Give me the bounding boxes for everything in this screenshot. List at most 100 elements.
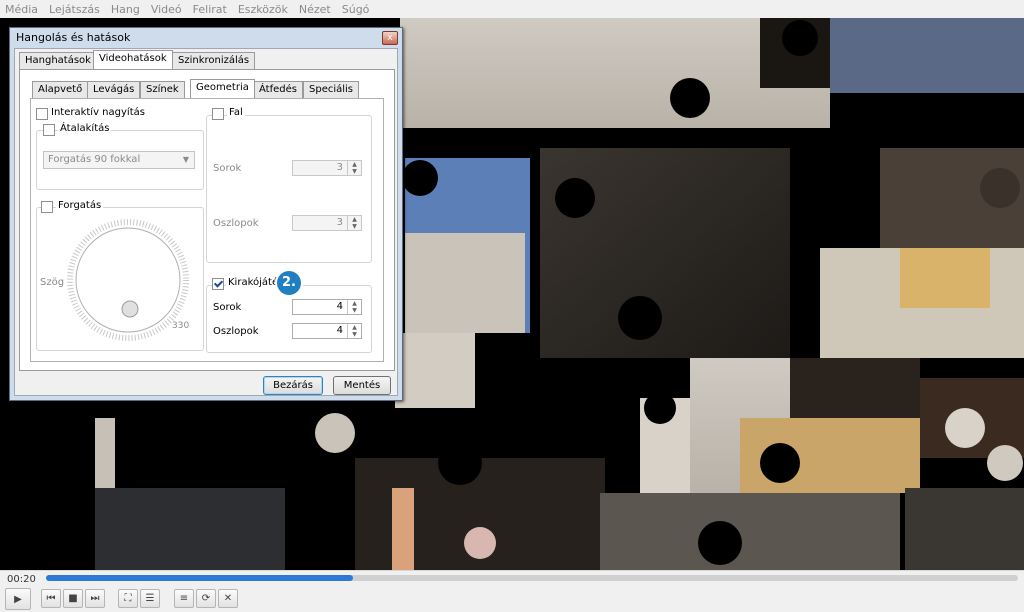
close-icon: x bbox=[387, 33, 393, 43]
elapsed-time: 00:20 bbox=[7, 574, 36, 585]
puzzle-cols-label: Oszlopok bbox=[213, 326, 259, 337]
rotate-checkbox[interactable] bbox=[41, 201, 53, 213]
dialog-body: Hanghatások Videohatások Szinkronizálás … bbox=[14, 48, 398, 396]
play-button[interactable]: ▶ bbox=[5, 588, 31, 610]
puzzle-piece bbox=[438, 441, 482, 485]
wall-rows-spinbox[interactable]: 3 ▲ ▼ bbox=[292, 160, 362, 176]
puzzle-piece bbox=[315, 413, 355, 453]
tab-crop[interactable]: Levágás bbox=[87, 81, 141, 98]
previous-button[interactable]: ⏮ bbox=[41, 589, 61, 608]
menu-playback[interactable]: Lejátszás bbox=[44, 3, 106, 16]
seek-bar[interactable] bbox=[46, 575, 1018, 581]
stop-button[interactable]: ■ bbox=[63, 589, 83, 608]
next-button[interactable]: ⏭ bbox=[85, 589, 105, 608]
loop-icon: ⟳ bbox=[201, 593, 211, 604]
dialog-title: Hangolás és hatások bbox=[16, 31, 131, 44]
puzzle-rows-label: Sorok bbox=[213, 302, 242, 313]
tab-geometry[interactable]: Geometria bbox=[190, 79, 255, 98]
puzzle-piece bbox=[95, 418, 115, 488]
puzzle-piece bbox=[900, 248, 990, 308]
puzzle-piece bbox=[95, 488, 285, 570]
wall-cols-value: 3 bbox=[336, 217, 343, 228]
transform-select[interactable]: Forgatás 90 fokkal ▼ bbox=[43, 151, 195, 169]
menu-audio[interactable]: Hang bbox=[106, 3, 146, 16]
dial-knob bbox=[121, 300, 139, 318]
puzzle-rows-spinbox[interactable]: 4 ▲ ▼ bbox=[292, 299, 362, 315]
puzzle-piece bbox=[644, 392, 676, 424]
tab-colors[interactable]: Színek bbox=[140, 81, 185, 98]
puzzle-piece bbox=[392, 488, 414, 570]
transform-checkbox[interactable] bbox=[43, 124, 55, 136]
shuffle-button[interactable]: ✕ bbox=[218, 589, 238, 608]
puzzle-piece bbox=[980, 168, 1020, 208]
playlist-button[interactable]: ≡ bbox=[174, 589, 194, 608]
wall-rows-label: Sorok bbox=[213, 163, 242, 174]
skip-back-icon: ⏮ bbox=[46, 593, 56, 604]
puzzle-piece bbox=[830, 18, 1024, 93]
puzzle-piece bbox=[878, 96, 922, 140]
puzzle-piece bbox=[760, 443, 800, 483]
spin-arrows-icon[interactable]: ▲ ▼ bbox=[347, 324, 361, 338]
wall-group bbox=[206, 115, 372, 263]
dial-value: 330 bbox=[172, 321, 190, 331]
playlist-icon: ≡ bbox=[179, 593, 189, 604]
puzzle-piece bbox=[395, 333, 475, 408]
spin-arrows-icon[interactable]: ▲ ▼ bbox=[347, 216, 361, 230]
puzzle-piece bbox=[945, 408, 985, 448]
extended-settings-button[interactable]: ☰ bbox=[140, 589, 160, 608]
dialog-titlebar[interactable]: Hangolás és hatások x bbox=[10, 28, 402, 48]
menu-view[interactable]: Nézet bbox=[294, 3, 337, 16]
menu-bar: Média Lejátszás Hang Videó Felirat Eszkö… bbox=[0, 0, 1024, 18]
puzzle-piece bbox=[987, 445, 1023, 481]
angle-label: Szög bbox=[40, 277, 65, 288]
wall-cols-spinbox[interactable]: 3 ▲ ▼ bbox=[292, 215, 362, 231]
close-button[interactable]: Bezárás bbox=[263, 376, 323, 395]
save-button[interactable]: Mentés bbox=[333, 376, 391, 395]
puzzle-piece bbox=[405, 233, 525, 333]
menu-subtitle[interactable]: Felirat bbox=[188, 3, 233, 16]
puzzle-piece bbox=[555, 178, 595, 218]
equalizer-icon: ☰ bbox=[145, 593, 155, 604]
puzzle-cols-value: 4 bbox=[336, 325, 343, 336]
puzzle-piece bbox=[618, 296, 662, 340]
skip-forward-icon: ⏭ bbox=[90, 593, 100, 604]
adjustments-effects-dialog: Hangolás és hatások x Hanghatások Videoh… bbox=[9, 27, 403, 401]
puzzle-checkbox[interactable] bbox=[212, 278, 224, 290]
loop-button[interactable]: ⟳ bbox=[196, 589, 216, 608]
puzzle-piece bbox=[828, 186, 872, 230]
rotate-label: Forgatás bbox=[56, 200, 104, 211]
spin-arrows-icon[interactable]: ▲ ▼ bbox=[347, 300, 361, 314]
menu-video[interactable]: Videó bbox=[146, 3, 188, 16]
angle-dial[interactable] bbox=[67, 219, 189, 341]
video-effects-panel: Alapvető Levágás Színek Geometria Átfedé… bbox=[19, 69, 395, 371]
wall-cols-label: Oszlopok bbox=[213, 218, 259, 229]
shuffle-icon: ✕ bbox=[223, 593, 233, 604]
wall-rows-value: 3 bbox=[336, 162, 343, 173]
interactive-zoom-checkbox[interactable] bbox=[36, 108, 48, 120]
menu-tools[interactable]: Eszközök bbox=[233, 3, 294, 16]
tab-advanced[interactable]: Speciális bbox=[303, 81, 360, 98]
tab-essential[interactable]: Alapvető bbox=[32, 81, 89, 98]
menu-help[interactable]: Súgó bbox=[337, 3, 376, 16]
step-badge: 2. bbox=[277, 271, 301, 295]
seek-progress bbox=[46, 575, 354, 581]
transform-label: Átalakítás bbox=[58, 123, 112, 134]
puzzle-piece bbox=[782, 20, 818, 56]
tab-video-effects[interactable]: Videohatások bbox=[93, 50, 173, 69]
puzzle-piece bbox=[905, 488, 1024, 570]
menu-media[interactable]: Média bbox=[0, 3, 44, 16]
tab-overlay[interactable]: Átfedés bbox=[253, 81, 303, 98]
fullscreen-button[interactable]: ⛶ bbox=[118, 589, 138, 608]
stop-icon: ■ bbox=[68, 593, 78, 604]
dialog-close-button[interactable]: x bbox=[382, 31, 398, 45]
transform-select-value: Forgatás 90 fokkal bbox=[48, 154, 141, 165]
spin-arrows-icon[interactable]: ▲ ▼ bbox=[347, 161, 361, 175]
tab-synchronization[interactable]: Szinkronizálás bbox=[172, 52, 256, 69]
puzzle-rows-value: 4 bbox=[336, 301, 343, 312]
puzzle-piece bbox=[400, 18, 590, 128]
wall-checkbox[interactable] bbox=[212, 108, 224, 120]
tab-audio-effects[interactable]: Hanghatások bbox=[19, 52, 97, 69]
interactive-zoom-label: Interaktív nagyítás bbox=[51, 107, 145, 118]
puzzle-cols-spinbox[interactable]: 4 ▲ ▼ bbox=[292, 323, 362, 339]
play-icon: ▶ bbox=[14, 593, 22, 605]
